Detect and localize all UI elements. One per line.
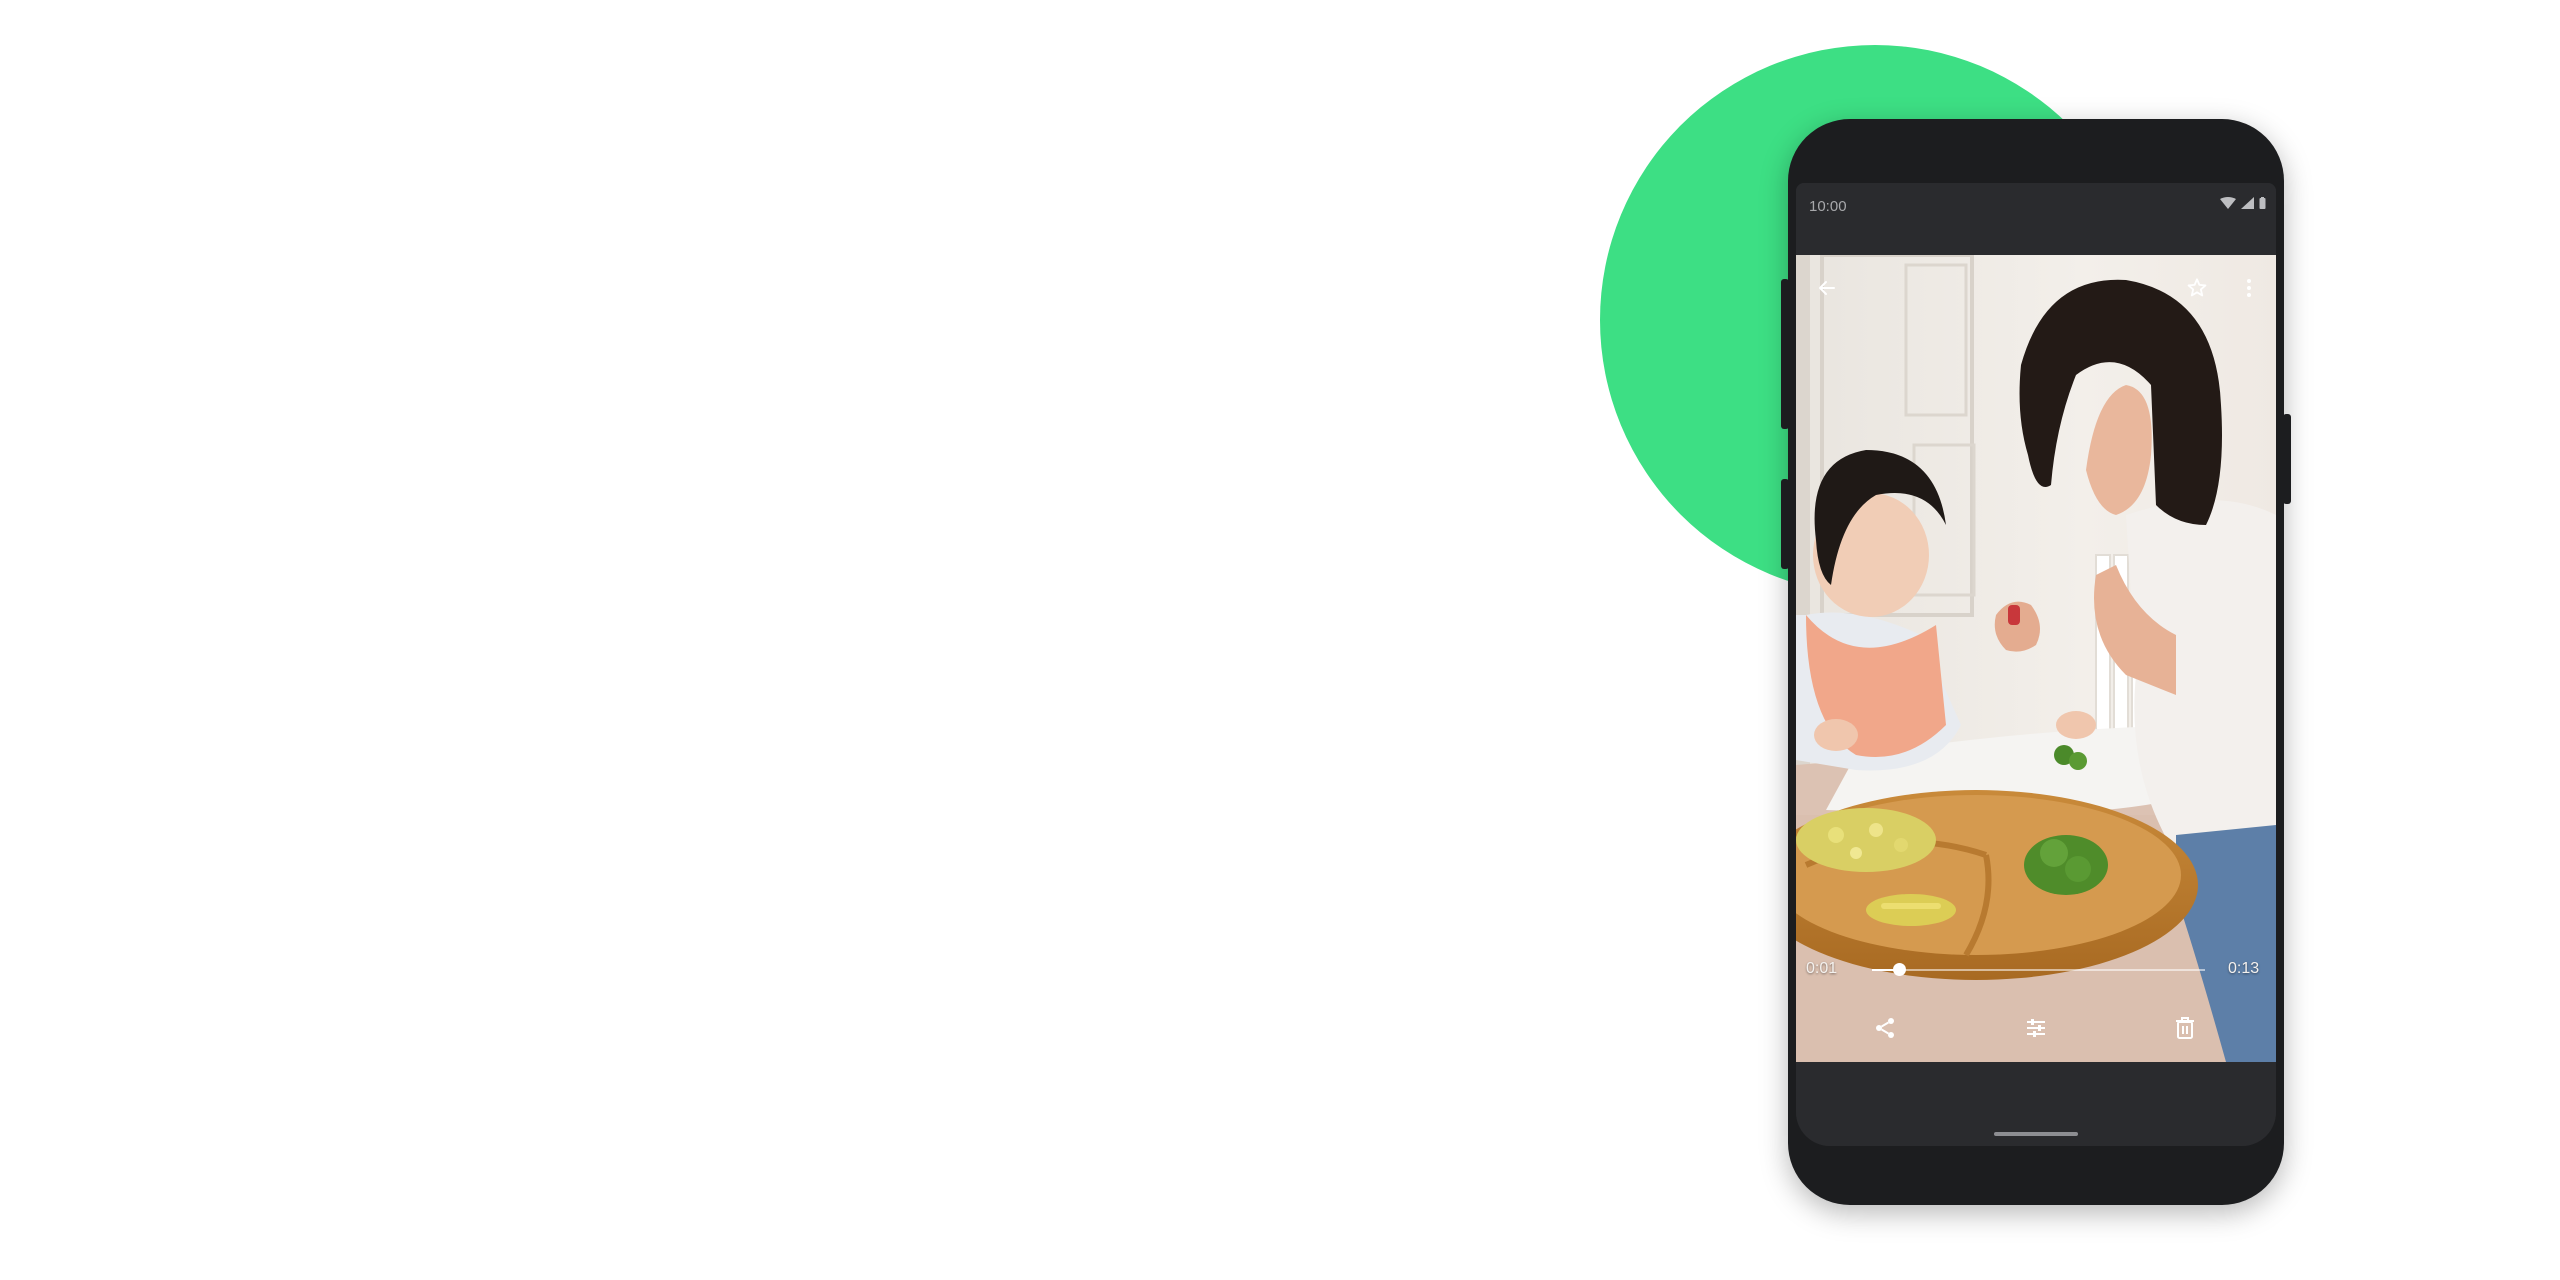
video-duration: 0:13 [2228,960,2260,977]
star-icon [2186,277,2208,304]
delete-icon [2174,1016,2196,1045]
share-button[interactable] [1865,1010,1905,1050]
current-time: 0:01 [1806,960,1838,977]
back-button[interactable] [1810,273,1844,307]
phone-screen: 10:00 0:01 0:13 [1796,183,2276,1146]
promo-stage: 10:00 0:01 0:13 [0,0,2560,1280]
cellular-signal-icon [2241,196,2254,214]
wifi-icon [2220,196,2236,214]
more-vert-icon [2246,278,2252,303]
battery-icon [2259,196,2266,214]
status-icons [2220,196,2266,214]
favorite-button[interactable] [2180,273,2214,307]
phone-power-button [2283,414,2291,504]
system-nav-bar [1796,1062,2276,1146]
video-viewer[interactable]: 0:01 0:13 [1796,255,2276,1062]
status-time: 10:00 [1809,198,1847,215]
status-bar: 10:00 [1796,183,2276,255]
phone-side-button [1781,279,1789,429]
phone-side-button [1781,479,1789,569]
edit-button[interactable] [2016,1010,2056,1050]
more-options-button[interactable] [2232,273,2266,307]
gesture-nav-handle[interactable] [1994,1132,2078,1136]
edit-sliders-icon [2024,1016,2048,1045]
share-icon [1873,1016,1897,1045]
back-arrow-icon [1817,278,1837,303]
video-progress-bar[interactable] [1872,963,2205,976]
video-scrubber-thumb[interactable] [1892,963,1906,976]
phone-device: 10:00 0:01 0:13 [1781,119,2291,1205]
delete-button[interactable] [2165,1010,2205,1050]
video-frame-image [1796,255,2276,1062]
